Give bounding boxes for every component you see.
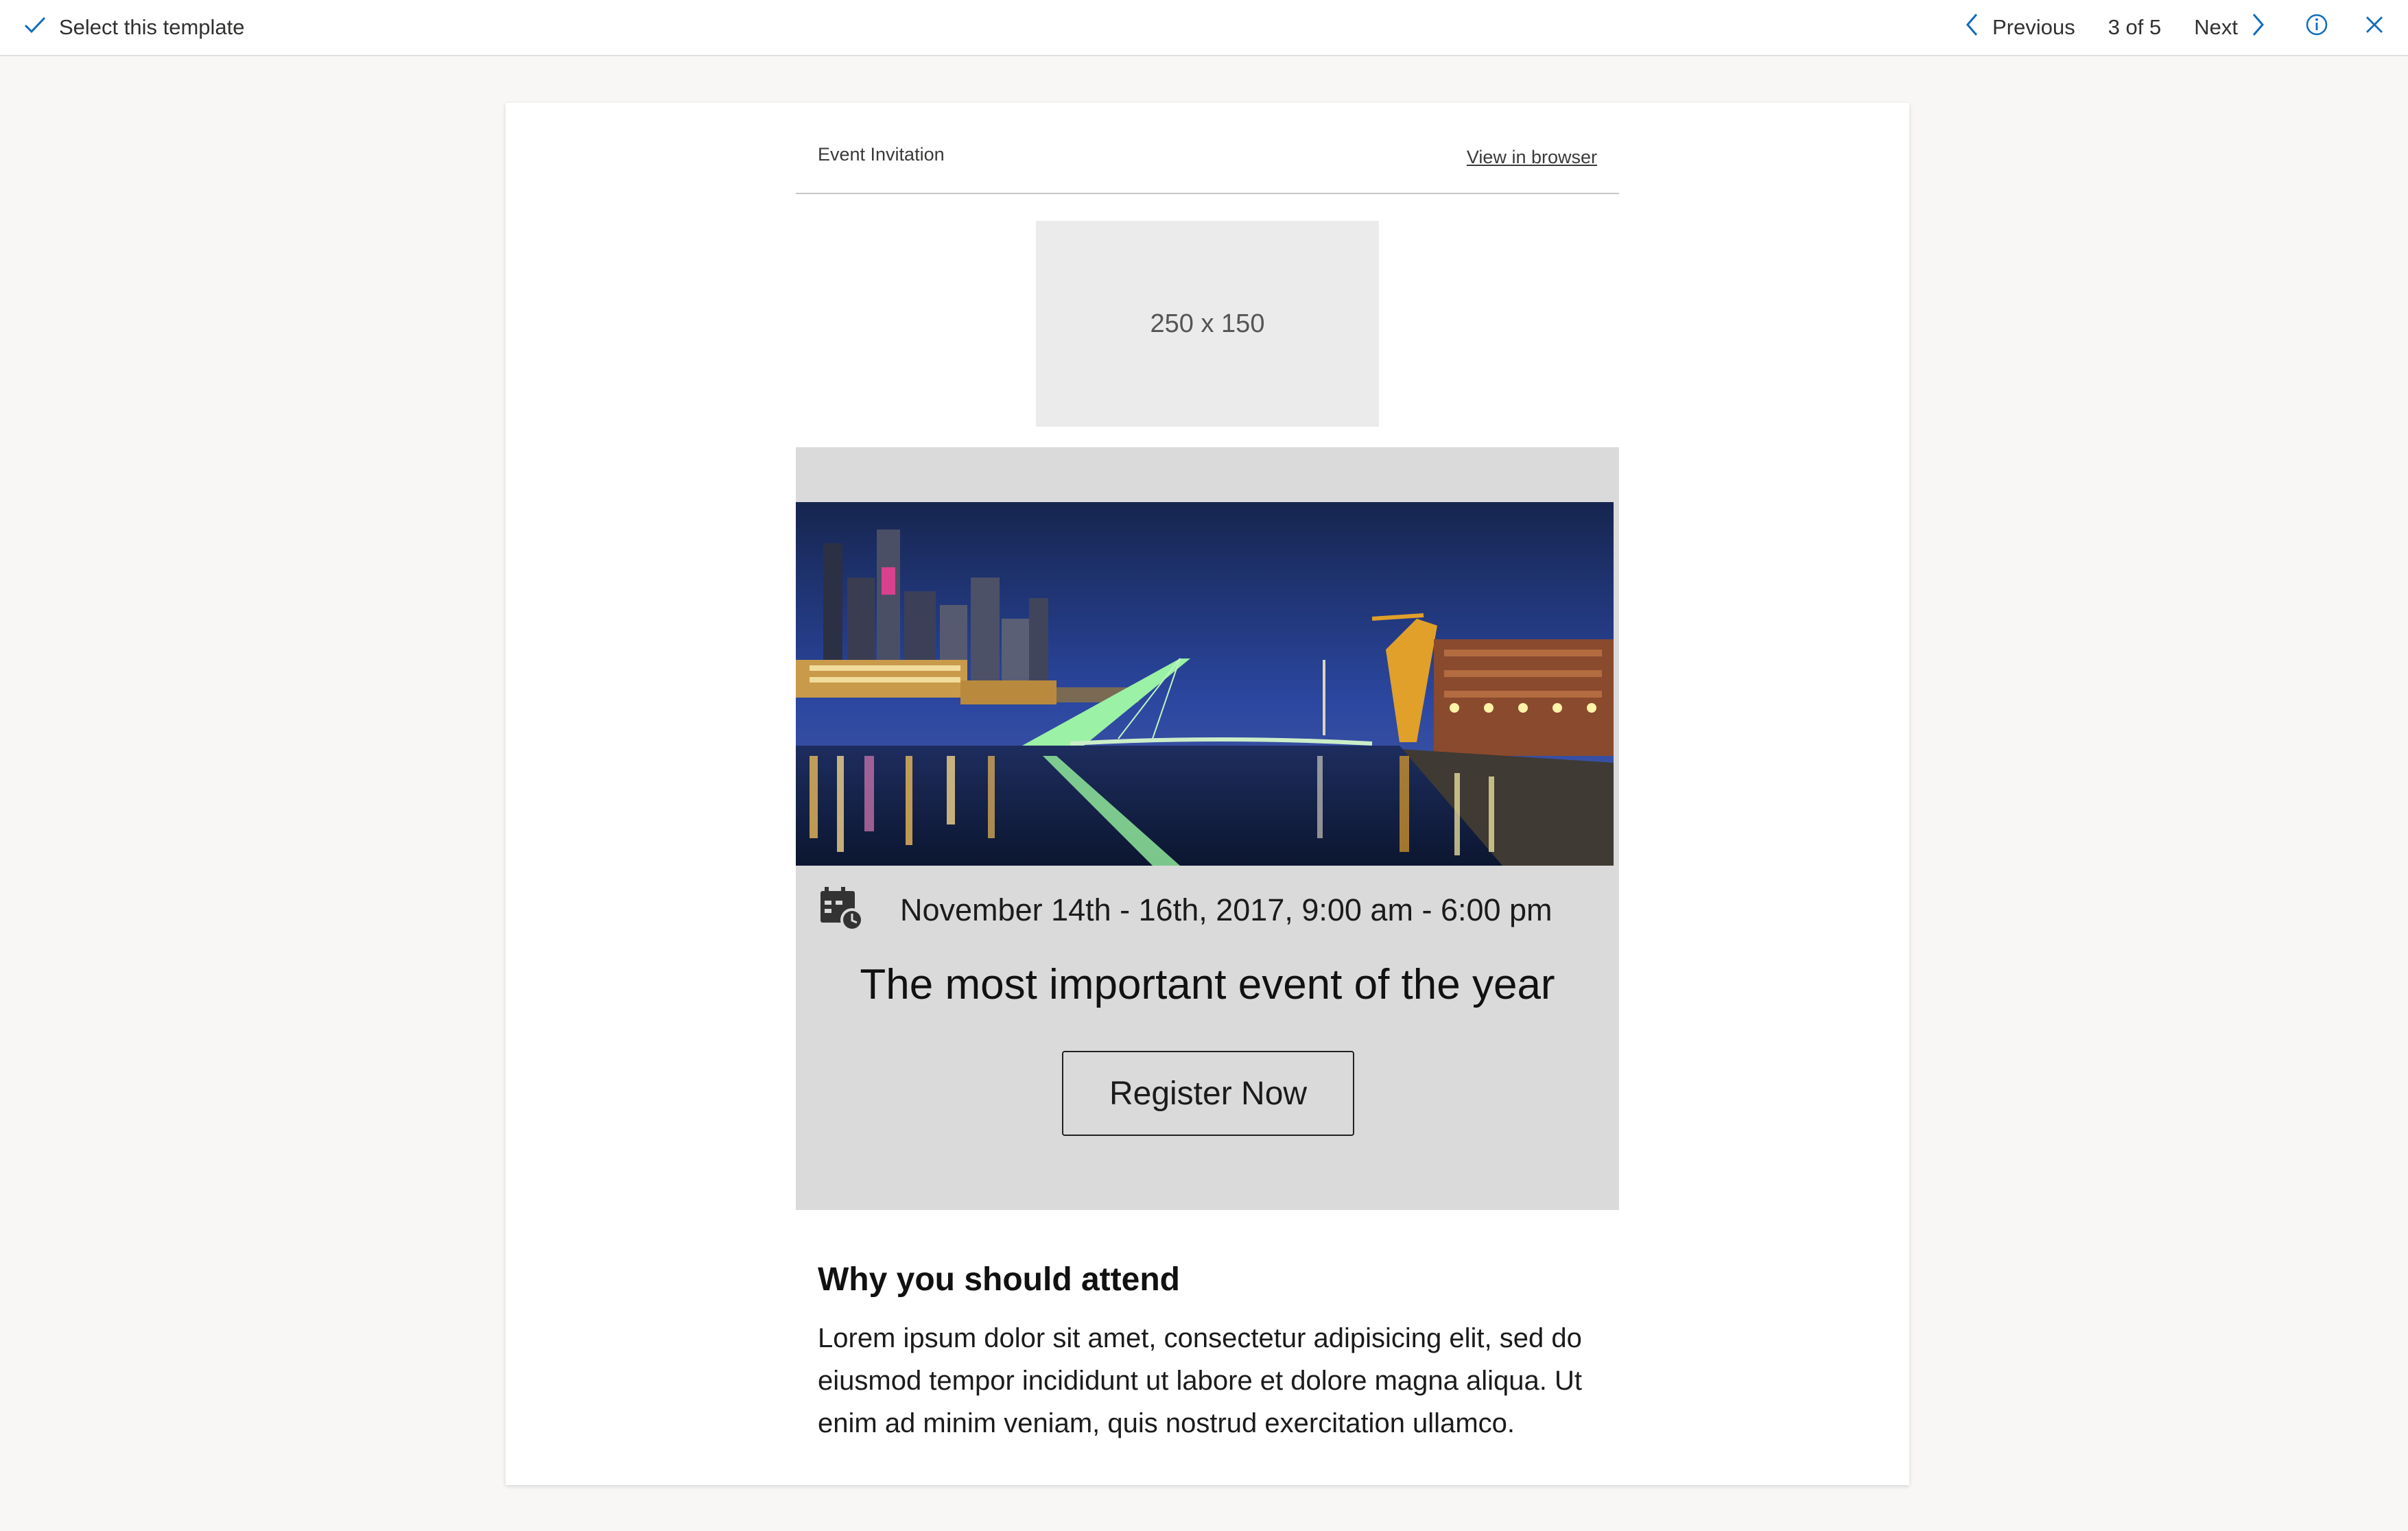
template-preview-card: Event Invitation View in browser 250 x 1… xyxy=(506,103,1909,1485)
info-icon xyxy=(2305,13,2328,42)
view-in-browser-link[interactable]: View in browser xyxy=(1467,147,1597,168)
logo-placeholder-label: 250 x 150 xyxy=(1150,309,1265,338)
hero-image xyxy=(796,502,1614,866)
email-header-label: Event Invitation xyxy=(818,144,945,165)
preview-toolbar: Select this template Previous 3 of 5 Nex… xyxy=(0,0,2408,56)
email-header: Event Invitation View in browser xyxy=(796,103,1619,194)
email-template: Event Invitation View in browser 250 x 1… xyxy=(796,103,1619,1485)
info-button[interactable] xyxy=(2305,13,2328,42)
close-button[interactable] xyxy=(2364,14,2385,40)
select-template-button[interactable]: Select this template xyxy=(23,10,245,45)
why-attend-heading: Why you should attend xyxy=(818,1261,1180,1298)
checkmark-icon xyxy=(23,13,47,42)
template-navigation: Previous 3 of 5 Next xyxy=(1965,10,2385,45)
logo-placeholder: 250 x 150 xyxy=(1036,221,1379,427)
event-date-text: November 14th - 16th, 2017, 9:00 am - 6:… xyxy=(900,892,1553,927)
chevron-right-icon xyxy=(2250,12,2265,43)
chevron-left-icon xyxy=(1965,12,1980,43)
select-template-label: Select this template xyxy=(59,15,245,39)
calendar-clock-icon xyxy=(818,884,867,937)
why-attend-body: Lorem ipsum dolor sit amet, consectetur … xyxy=(818,1323,1582,1438)
previous-label: Previous xyxy=(1992,15,2075,39)
template-counter: 3 of 5 xyxy=(2108,15,2162,39)
previous-button[interactable]: Previous xyxy=(1965,12,2075,43)
hero-panel: November 14th - 16th, 2017, 9:00 am - 6:… xyxy=(796,447,1619,1210)
event-date-row: November 14th - 16th, 2017, 9:00 am - 6:… xyxy=(818,886,1553,934)
close-icon xyxy=(2364,14,2385,40)
register-now-button[interactable]: Register Now xyxy=(1062,1051,1354,1136)
next-label: Next xyxy=(2194,15,2238,39)
event-headline: The most important event of the year xyxy=(860,961,1555,1008)
next-button[interactable]: Next xyxy=(2194,12,2265,43)
